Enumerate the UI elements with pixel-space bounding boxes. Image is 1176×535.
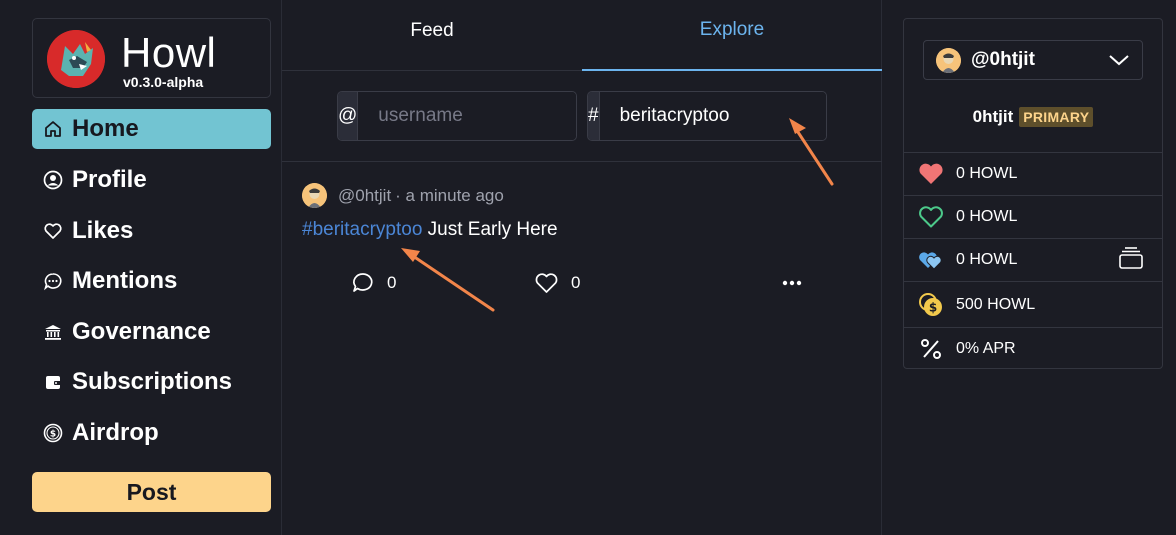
account-name: 0htjit [972,107,1014,126]
stat-likes-received: 0 HOWL [904,152,1162,195]
heart-outline-icon [918,204,944,230]
stat-value: 0 HOWL [956,251,1018,268]
primary-badge: PRIMARY [1019,107,1094,127]
heart-filled-icon [918,161,944,187]
account-name-row: 0htjit PRIMARY [904,107,1162,127]
svg-text:$: $ [929,300,937,314]
coins-icon: $ [918,292,944,318]
collection-icon[interactable] [1118,246,1144,275]
account-handle: @0htjit [971,49,1035,70]
stat-value: 0% APR [956,339,1016,357]
account-switcher[interactable]: @0htjit [923,40,1143,80]
hearts-icon [918,247,944,273]
stat-likes-given: 0 HOWL [904,195,1162,238]
percent-icon [918,336,944,362]
avatar [936,47,961,73]
stat-balance: $ 500 HOWL [904,281,1162,327]
stat-value: 500 HOWL [956,295,1036,313]
stat-apr: 0% APR [904,327,1162,369]
stat-value: 0 HOWL [956,208,1018,225]
account-card: @0htjit 0htjit PRIMARY 0 HOWL 0 HOWL 0 H… [903,18,1163,369]
chevron-down-icon [1108,51,1130,75]
stat-value: 0 HOWL [956,165,1018,182]
stat-hearts: 0 HOWL [904,238,1162,281]
